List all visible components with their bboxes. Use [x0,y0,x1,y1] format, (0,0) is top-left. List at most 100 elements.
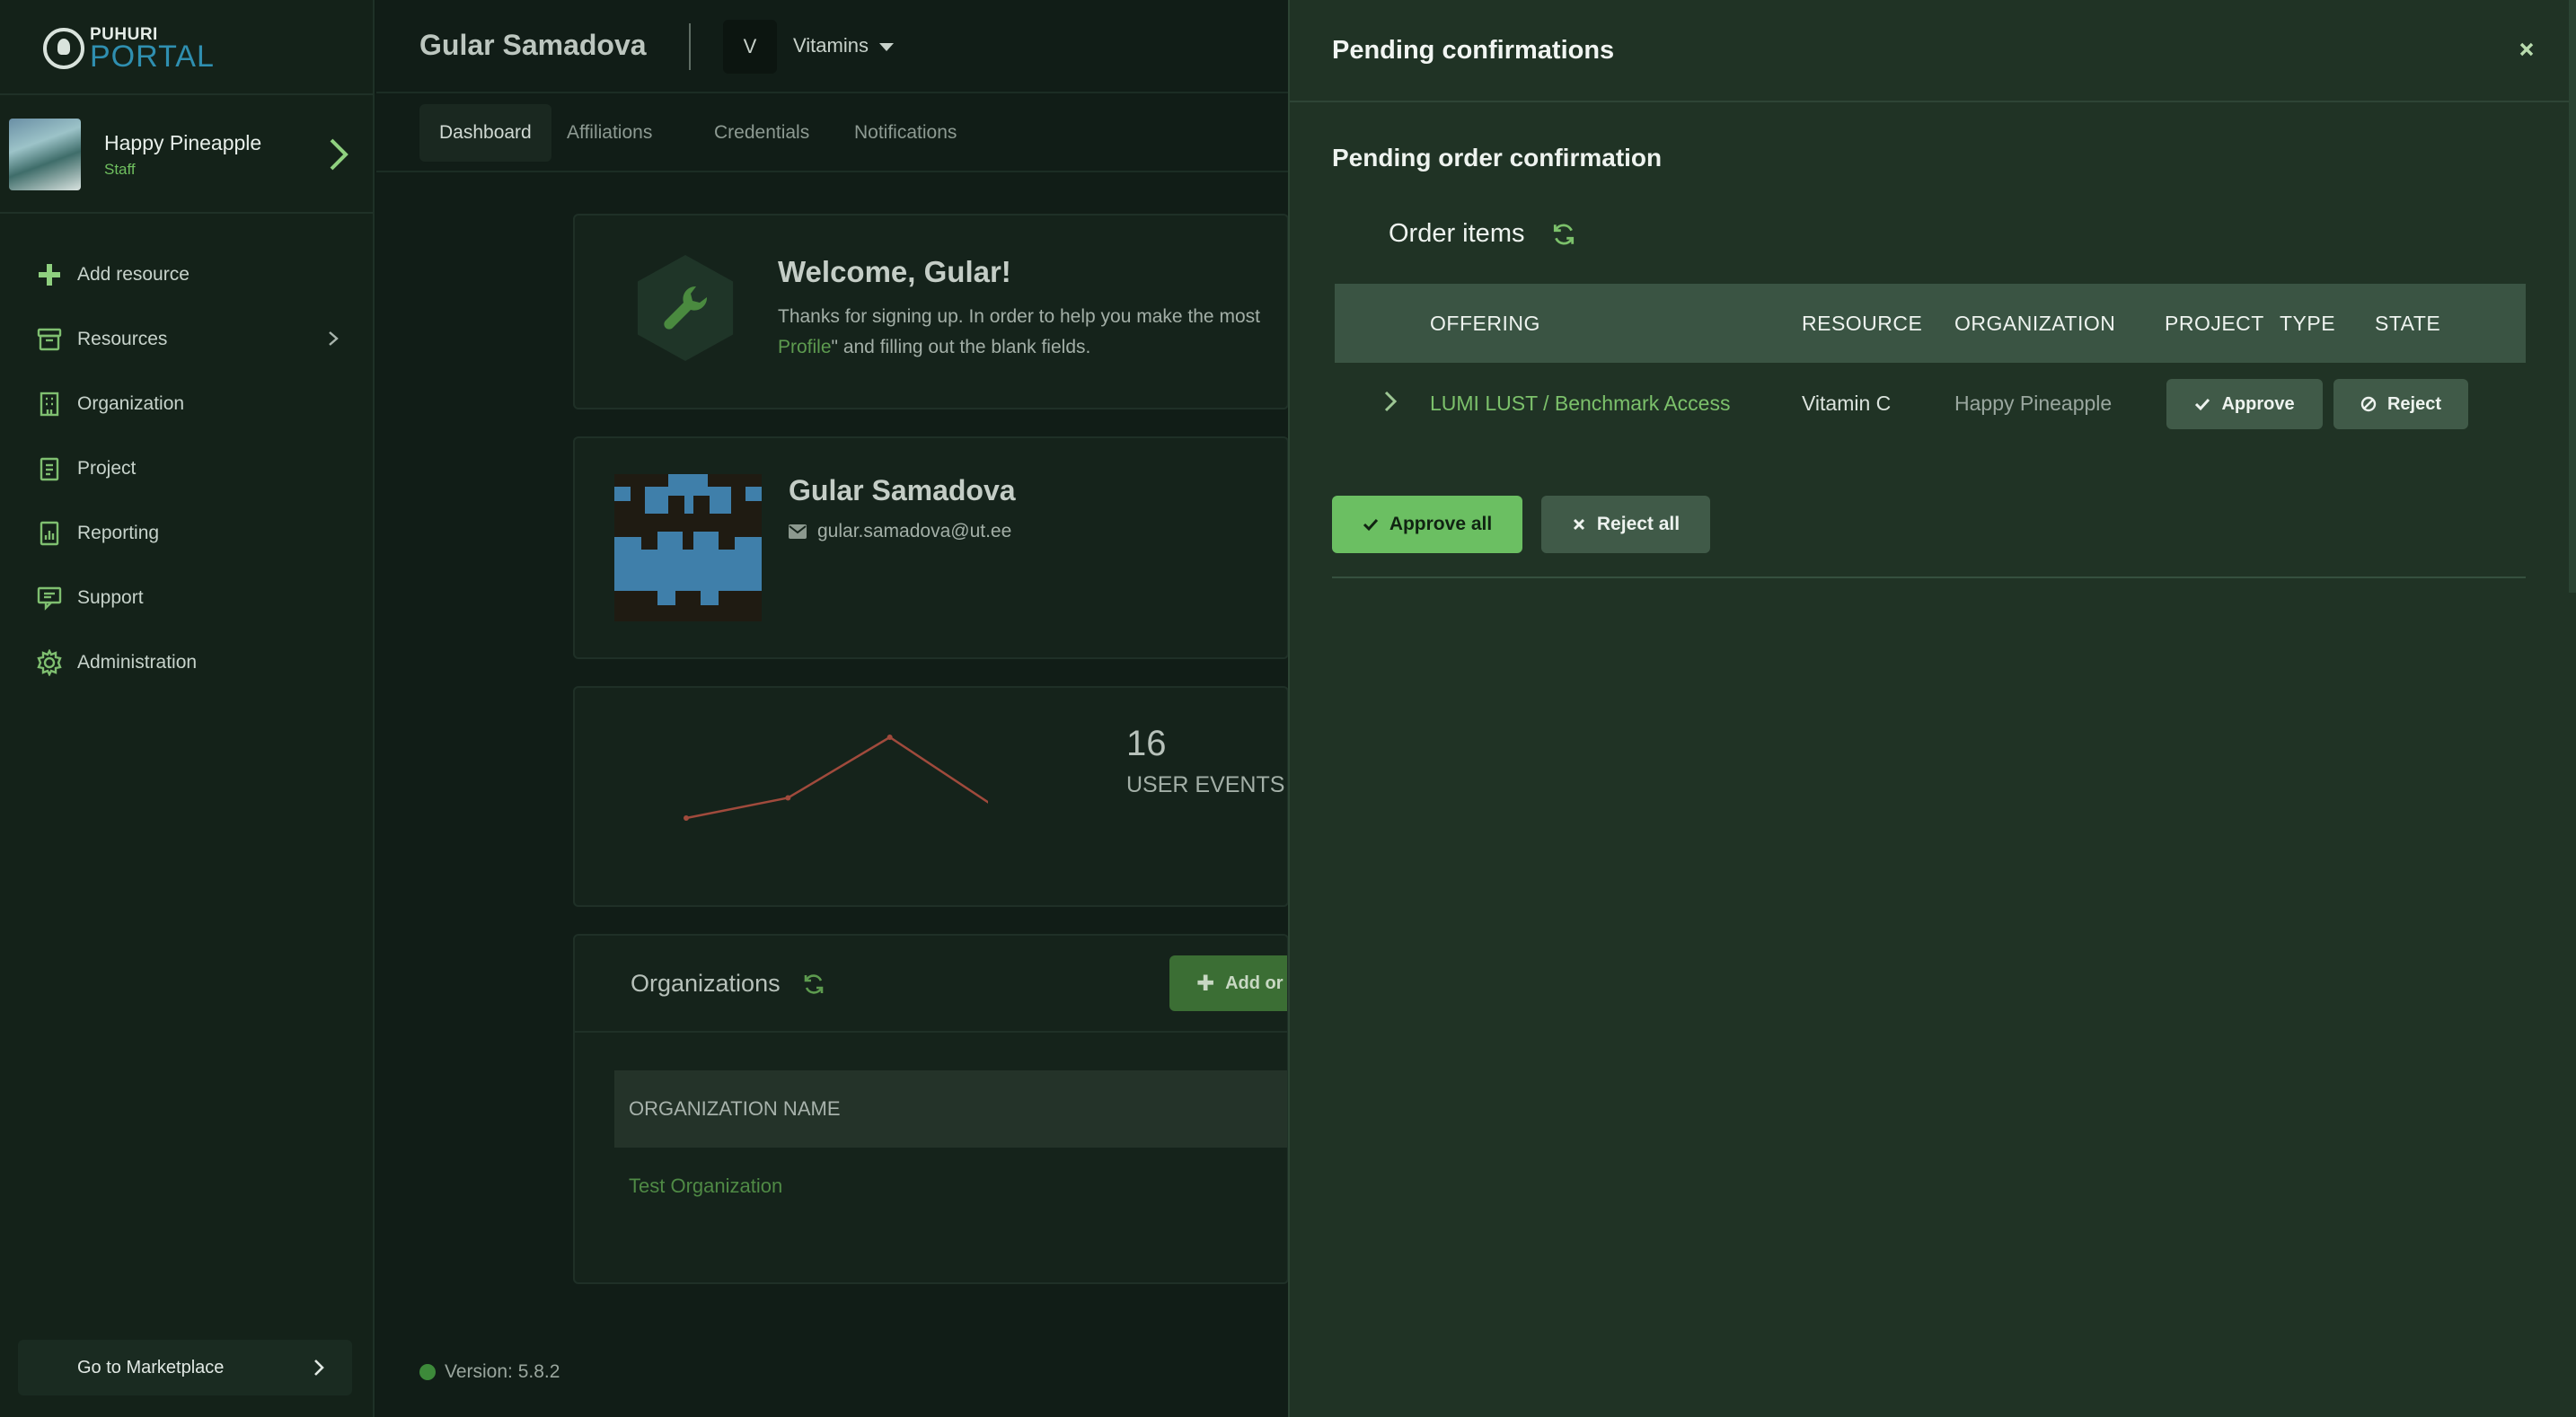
profile-tabs: Dashboard Affiliations Credentials Notif… [376,95,1289,172]
report-icon [36,520,63,547]
welcome-text: Thanks for signing up. In order to help … [778,302,1287,363]
main-content: Gular Samadova V Vitamins Dashboard Affi… [376,0,1289,1417]
caret-down-icon [878,42,894,51]
sidebar-item-administration[interactable]: Administration [0,630,375,695]
avatar [614,474,762,621]
close-icon[interactable] [2515,38,2538,61]
logo-bottom-text: PORTAL [90,39,215,74]
sidebar-item-label: Resources [77,329,168,349]
section-title: Pending order confirmation [1332,144,1663,172]
ban-icon [2360,396,2377,412]
order-items-title: Order items [1389,219,1576,249]
organization-row-link[interactable]: Test Organization [629,1175,782,1198]
tab-dashboard[interactable]: Dashboard [419,104,551,162]
organizations-card: Organizations ✚ Add or ORGANIZATION NAME… [573,934,1289,1284]
organization-badge[interactable]: V [723,20,777,74]
header-separator [689,23,691,70]
sidebar-item-project[interactable]: Project [0,436,375,501]
chevron-right-icon [329,331,339,346]
drawer-title: Pending confirmations [1332,36,1615,65]
column-header-organization: ORGANIZATION [1954,311,2116,335]
gear-icon [36,649,63,676]
refresh-icon[interactable] [1551,222,1576,247]
offering-link[interactable]: LUMI LUST / Benchmark Access [1430,363,1730,444]
drawer-divider [1332,576,2526,578]
sidebar-nav: Add resource Resources Organization Proj… [0,242,375,695]
puhuri-logo[interactable]: PUHURI PORTAL [43,25,215,72]
go-to-marketplace-button[interactable]: Go to Marketplace [18,1340,352,1395]
top-bar: Gular Samadova V Vitamins [376,0,1289,93]
wrench-icon [637,255,734,361]
organizations-divider [575,1031,1287,1033]
support-icon [36,585,63,612]
version-text: Version: 5.8.2 [445,1361,560,1382]
approve-button[interactable]: Approve [2166,379,2323,429]
approve-all-label: Approve all [1389,514,1493,534]
plus-icon [36,261,63,288]
sidebar-item-reporting[interactable]: Reporting [0,501,375,566]
drawer-scrollbar[interactable] [2569,0,2576,593]
organizations-title: Organizations [631,970,825,998]
sidebar: PUHURI PORTAL Happy Pineapple Staff Add … [0,0,375,1417]
chevron-right-icon[interactable] [1383,390,1398,413]
order-items-title-text: Order items [1389,219,1525,248]
archive-icon [36,326,63,353]
column-header-project: PROJECT [2165,311,2264,335]
sidebar-item-resources[interactable]: Resources [0,307,375,372]
table-row: LUMI LUST / Benchmark Access Vitamin C H… [1335,363,2526,444]
column-header-resource: RESOURCE [1802,311,1923,335]
sidebar-item-label: Reporting [77,523,160,543]
welcome-title: Welcome, Gular! [778,255,1011,288]
clipboard-icon [36,455,63,482]
sidebar-item-label: Add resource [77,264,190,285]
check-icon [2195,398,2210,411]
profile-card: Gular Samadova gular.samadova@ut.ee [573,436,1289,659]
version-info: Version: 5.8.2 [419,1361,560,1383]
sidebar-item-organization[interactable]: Organization [0,372,375,436]
add-organization-button[interactable]: ✚ Add or [1169,955,1287,1011]
welcome-text-line: Thanks for signing up. In order to help … [778,306,1260,327]
resource-cell: Vitamin C [1802,391,1892,415]
envelope-icon [789,524,807,539]
reject-label: Reject [2386,393,2442,414]
add-organization-label: Add or [1225,973,1284,993]
pending-confirmations-drawer: Pending confirmations Pending order conf… [1288,0,2576,1417]
column-header-offering: OFFERING [1430,311,1540,335]
welcome-text-line: " and filling out the blank fields. [831,337,1091,357]
workspace-name: Happy Pineapple [104,130,262,154]
sidebar-divider [0,93,375,95]
chart-point [887,735,893,740]
user-events-chart [684,735,988,821]
page-title: Gular Samadova [419,29,647,61]
close-icon [1573,518,1584,531]
chevron-right-icon[interactable] [328,136,349,172]
refresh-icon[interactable] [802,973,825,996]
sidebar-item-label: Support [77,587,144,608]
organizations-table-header: ORGANIZATION NAME [614,1070,1287,1148]
organization-selector[interactable]: Vitamins [793,34,894,57]
column-header-type: TYPE [2280,311,2336,335]
user-events-label: USER EVENTS ( [1126,772,1289,797]
user-events-count: 16 [1126,724,1167,763]
tab-notifications[interactable]: Notifications [834,104,976,162]
reject-all-button[interactable]: Reject all [1541,496,1710,553]
chart-point [684,815,689,821]
reject-button[interactable]: Reject [2333,379,2468,429]
tab-credentials[interactable]: Credentials [694,104,829,162]
chart-series-line [685,735,988,820]
organizations-title-text: Organizations [631,970,781,997]
reject-all-label: Reject all [1596,514,1681,534]
sidebar-item-label: Project [77,458,137,479]
tab-affiliations[interactable]: Affiliations [547,104,672,162]
order-items-table-header: OFFERING RESOURCE ORGANIZATION PROJECT T… [1335,284,2526,363]
profile-email-text: gular.samadova@ut.ee [817,521,1012,541]
sidebar-item-add-resource[interactable]: Add resource [0,242,375,307]
sidebar-item-support[interactable]: Support [0,566,375,630]
sidebar-item-label: Organization [77,393,185,414]
workspace-switcher[interactable]: Happy Pineapple Staff [9,117,364,192]
check-circle-icon [419,1364,436,1380]
approve-all-button[interactable]: Approve all [1332,496,1522,553]
sidebar-item-label: Administration [77,652,198,673]
plus-icon: ✚ [1196,971,1215,996]
profile-link[interactable]: Profile [778,337,832,357]
